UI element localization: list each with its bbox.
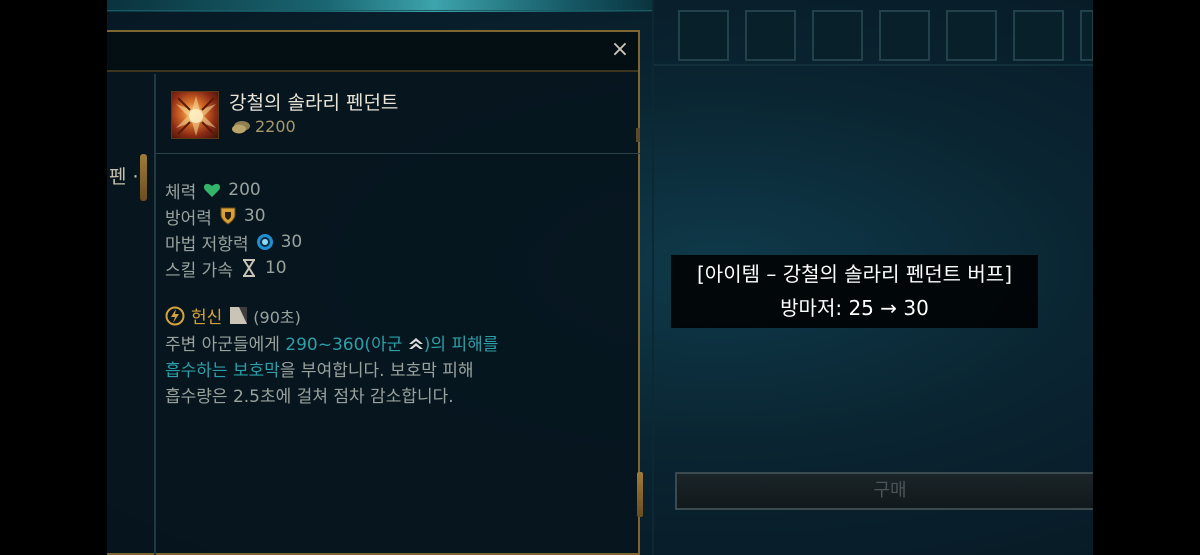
desc-highlight: 290~360(아군 (285, 335, 408, 355)
stat-label: 스킬 가속 (165, 260, 233, 281)
shield-icon (218, 207, 238, 225)
caption-line: 방마저: 25 → 30 (780, 296, 929, 320)
item-price: 2200 (255, 117, 296, 136)
close-button[interactable]: × (609, 39, 631, 61)
item-header-divider (156, 153, 640, 154)
stat-row-magic-resist: 마법 저항력 30 (165, 229, 302, 255)
buy-button[interactable]: 구매 (675, 472, 1093, 510)
top-glow-line (107, 10, 652, 11)
stat-row-health: 체력 200 (165, 177, 302, 203)
item-stats: 체력 200 방어력 30 마법 저항력 30 스킬 가속 10 (165, 177, 302, 281)
item-price-row: 2200 (231, 117, 296, 136)
magic-resist-icon (255, 233, 275, 251)
desc-highlight: 흡수하는 보호막 (165, 361, 280, 381)
inventory-slot[interactable] (812, 10, 863, 61)
ally-count-icon (408, 338, 423, 349)
dialog-header: × (107, 32, 638, 72)
stat-value: 10 (264, 258, 287, 278)
stat-label: 마법 저항력 (165, 234, 249, 255)
solari-pendant-icon (171, 91, 219, 139)
passive-header: 헌신 (90초) (165, 303, 301, 328)
cooldown-icon (230, 307, 248, 324)
inventory-slot[interactable] (946, 10, 997, 61)
inventory-slot[interactable] (1080, 10, 1093, 61)
stat-label: 체력 (165, 182, 197, 203)
stat-row-ability-haste: 스킬 가속 10 (165, 255, 302, 281)
letterbox-left (0, 0, 107, 555)
inventory-slot[interactable] (879, 10, 930, 61)
letterbox-right (1093, 0, 1200, 555)
desc-text: 흡수량은 2.5초에 걸쳐 점차 감소합니다. (165, 387, 454, 407)
passive-name: 헌신 (191, 308, 223, 328)
stat-value: 200 (228, 180, 261, 200)
stat-value: 30 (243, 206, 266, 226)
stat-row-armor: 방어력 30 (165, 203, 302, 229)
item-list-partial-label[interactable]: 펜 · (109, 162, 139, 189)
dialog-notch (636, 128, 640, 142)
item-list-scrollbar[interactable] (140, 154, 147, 201)
inventory-slot[interactable] (678, 10, 729, 61)
inventory-slots (678, 10, 1093, 61)
passive-description: 주변 아군들에게 290~360(아군 )의 피해를 흡수하는 보호막을 부여합… (165, 332, 635, 410)
hourglass-icon (239, 259, 259, 277)
inventory-divider (654, 64, 1093, 66)
heart-icon (202, 181, 222, 199)
desc-text: 주변 아군들에게 (165, 335, 286, 355)
stat-value: 30 (280, 232, 303, 252)
passive-cooldown: (90초) (253, 307, 301, 327)
caption-line: [아이템 – 강철의 솔라리 펜던트 버프] (697, 262, 1012, 286)
desc-highlight: )의 피해를 (423, 335, 499, 355)
desc-text: 을 부여합니다. 보호막 피해 (279, 361, 474, 381)
list-divider (154, 74, 156, 555)
lightning-circle-icon (165, 306, 185, 325)
video-caption: [아이템 – 강철의 솔라리 펜던트 버프] 방마저: 25 → 30 (671, 255, 1038, 328)
inventory-slot[interactable] (745, 10, 796, 61)
stat-label: 방어력 (165, 208, 212, 229)
gold-coin-icon (232, 120, 250, 133)
panel-divider (652, 0, 654, 555)
dialog-scrollbar[interactable] (637, 472, 643, 517)
item-name: 강철의 솔라리 펜던트 (229, 92, 399, 114)
inventory-slot[interactable] (1013, 10, 1064, 61)
